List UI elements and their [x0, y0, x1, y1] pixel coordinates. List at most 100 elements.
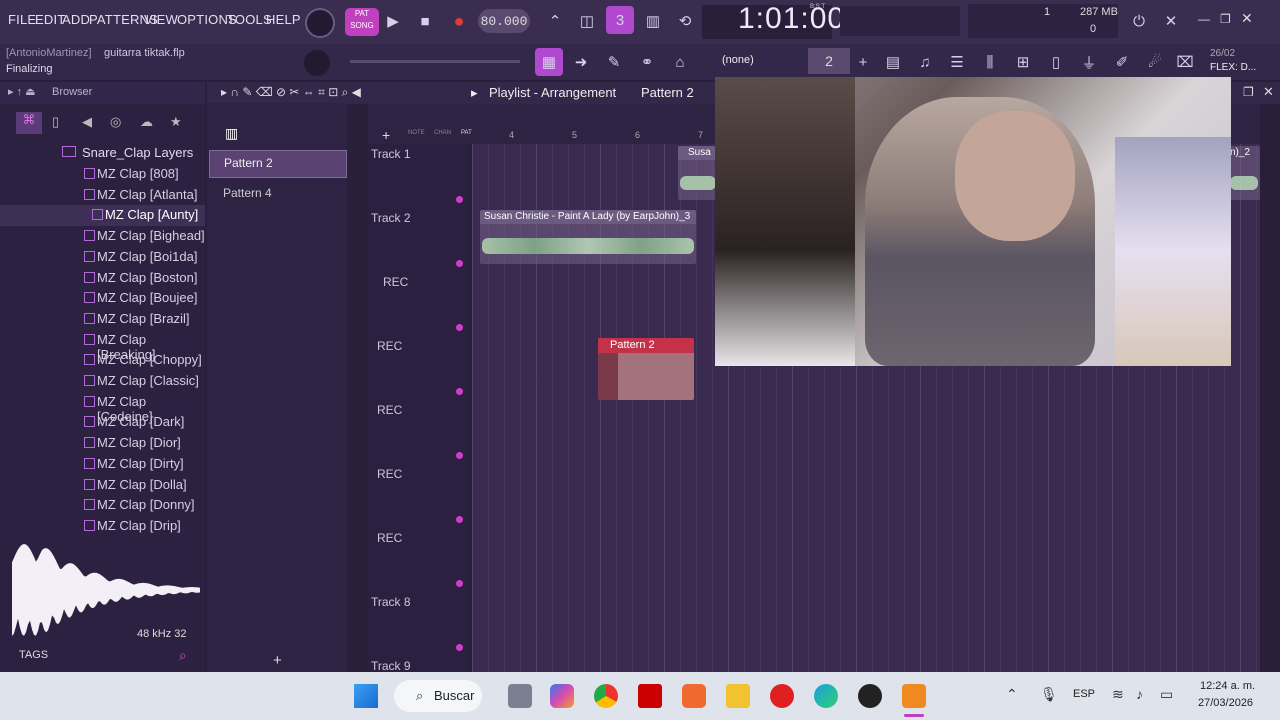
maximize-icon[interactable]: ❐ [1243, 85, 1254, 99]
step-edit-icon[interactable]: ▥ [640, 8, 666, 34]
play-icon[interactable]: ▶ [380, 8, 406, 34]
browser-item[interactable]: MZ Clap [Boi1da] [0, 247, 205, 268]
browser-item[interactable]: MZ Clap [Dark] [0, 412, 205, 433]
browser-item[interactable]: MZ Clap [Dirty] [0, 454, 205, 475]
audio-clip[interactable]: Susa [678, 146, 718, 200]
menu-add[interactable]: ADD [62, 12, 90, 27]
clock-time[interactable]: 12:24 a. m. [1200, 680, 1255, 692]
browser-item[interactable]: MZ Clap [Atlanta] [0, 185, 205, 206]
typing-keyboard-icon[interactable]: ▦ [535, 48, 563, 76]
link-icon[interactable]: ⚭ [634, 49, 660, 75]
track-activity-dot[interactable] [456, 260, 463, 267]
taskbar-search[interactable]: ⌕ Buscar [394, 680, 482, 712]
close-icon[interactable]: ✕ [1241, 10, 1253, 27]
stop-icon[interactable]: ■ [412, 8, 438, 34]
volume-icon[interactable]: ♪ [1136, 686, 1143, 702]
playlist-icon[interactable]: ▤ [880, 49, 906, 75]
pattern-item[interactable]: Pattern 2 [209, 150, 347, 178]
fl-studio-icon[interactable] [902, 684, 926, 708]
browser-item[interactable]: MZ Clap [Boujee] [0, 288, 205, 309]
chrome-icon[interactable] [594, 684, 618, 708]
track-name[interactable]: REC [377, 403, 402, 417]
track-name[interactable]: Track 2 [371, 211, 411, 225]
track-name[interactable]: Track 8 [371, 595, 411, 609]
browser-item[interactable]: MZ Clap [Bighead] [0, 226, 205, 247]
browser-item[interactable]: MZ Clap [Donny] [0, 495, 205, 516]
countdown-icon[interactable]: 3 [606, 6, 634, 34]
browser-item[interactable]: MZ Clap [Choppy] [0, 350, 205, 371]
mixer-icon[interactable]: ⫼ [977, 49, 1003, 75]
loop-record-icon[interactable]: ⟲ [672, 8, 698, 34]
track-name[interactable]: Track 1 [371, 147, 411, 161]
browser-item[interactable]: MZ Clap [Boston] [0, 268, 205, 289]
pattern-clip[interactable]: Pattern 2 [598, 338, 694, 400]
browser-item[interactable]: MZ Clap [Drip] [0, 516, 205, 537]
file-explorer-icon[interactable] [726, 684, 750, 708]
clock-date[interactable]: 27/03/2026 [1198, 697, 1253, 709]
battery-icon[interactable]: ▭ [1160, 686, 1173, 703]
plugin-db-icon[interactable]: ◀ [82, 114, 92, 130]
audio-clip[interactable]: n)_2 [1228, 146, 1260, 200]
wait-input-icon[interactable]: ◫ [574, 8, 600, 34]
chevron-up-icon[interactable]: ⌃ [1006, 686, 1018, 703]
all-icon[interactable]: ⌘ [16, 112, 42, 134]
close-playlist-icon[interactable]: ✕ [1263, 84, 1274, 100]
add-pattern-icon[interactable]: + [850, 49, 876, 75]
track-activity-dot[interactable] [456, 516, 463, 523]
microphone-icon[interactable]: 🎙 [1040, 686, 1058, 703]
menu-edit[interactable]: EDIT [35, 12, 65, 27]
browser-item[interactable]: MZ Clap [Classic] [0, 371, 205, 392]
browser-item[interactable]: MZ Clap [Breaking] [0, 330, 205, 362]
stamp-icon[interactable]: ⌂ [667, 49, 693, 75]
shop-icon[interactable]: ⌧ [1172, 49, 1198, 75]
track-activity-dot[interactable] [456, 644, 463, 651]
wifi-icon[interactable]: ≋ [1112, 686, 1124, 703]
task-view-icon[interactable] [508, 684, 532, 708]
master-pitch-slider[interactable] [350, 60, 520, 63]
language-indicator[interactable]: ESP [1073, 688, 1095, 700]
star-icon[interactable]: ★ [170, 114, 182, 130]
browser-item[interactable]: MZ Clap [Aunty] [0, 205, 205, 227]
restore-icon[interactable]: ❐ [1220, 12, 1231, 26]
track-name[interactable]: Track 9 [371, 659, 411, 673]
obs-icon[interactable] [858, 684, 882, 708]
browser-item[interactable]: MZ Clap [808] [0, 164, 205, 185]
tools-icon[interactable]: ✕ [1158, 8, 1184, 34]
news-label[interactable]: FLEX: D... [1210, 62, 1256, 73]
waveform-preview[interactable] [12, 540, 200, 640]
menu-file[interactable]: FILE [8, 12, 36, 27]
channel-rack-icon[interactable]: ☰ [944, 49, 970, 75]
arrow-icon[interactable]: ➜ [568, 49, 594, 75]
track-name[interactable]: REC [377, 531, 402, 545]
audio-clip[interactable]: Susan Christie - Paint A Lady (by EarpJo… [480, 210, 696, 264]
browser-folder[interactable]: Snare_Clap Layers [0, 143, 205, 164]
track-name[interactable]: REC [377, 467, 402, 481]
track-activity-dot[interactable] [456, 452, 463, 459]
track-activity-dot[interactable] [456, 388, 463, 395]
netflix-icon[interactable] [638, 684, 662, 708]
snap-value[interactable]: (none) [722, 54, 754, 66]
pattern-item[interactable]: Pattern 4 [209, 181, 345, 207]
touch-icon[interactable]: ☄ [1142, 49, 1168, 75]
browser-item[interactable]: MZ Clap [Dolla] [0, 475, 205, 496]
browser-item[interactable]: MZ Clap [Dior] [0, 433, 205, 454]
playlist-tools-icon[interactable]: ▸ ∩ ✎ ⌫ ⊘ ✂ ⇔ ⌗ ⊡ ⌕ ◀ [221, 85, 361, 100]
project-icon[interactable]: ▯ [1043, 49, 1069, 75]
browser-item[interactable]: MZ Clap [Brazil] [0, 309, 205, 330]
master-volume-knob[interactable] [305, 8, 335, 38]
minimize-icon[interactable]: — [1198, 12, 1210, 26]
plugin-icon[interactable]: ⏚ [1076, 49, 1102, 75]
windows-start-icon[interactable] [354, 684, 378, 708]
menu-help[interactable]: HELP [266, 12, 301, 27]
crunchyroll-icon[interactable] [682, 684, 706, 708]
browser-item[interactable]: MZ Clap [Codeine] [0, 392, 205, 424]
picker-icon[interactable]: ✐ [1109, 49, 1135, 75]
brush-icon[interactable]: ✎ [601, 49, 627, 75]
tempo-display[interactable]: 80.000 [478, 9, 530, 33]
track-activity-dot[interactable] [456, 324, 463, 331]
browser-nav-icon[interactable]: ▸ ↑ ⏏ [8, 85, 36, 98]
piano-icon[interactable]: ▥ [225, 125, 238, 142]
globe-icon[interactable]: ◎ [110, 114, 121, 130]
track-name[interactable]: REC [377, 339, 402, 353]
metronome-icon[interactable]: ⌃ [542, 8, 568, 34]
